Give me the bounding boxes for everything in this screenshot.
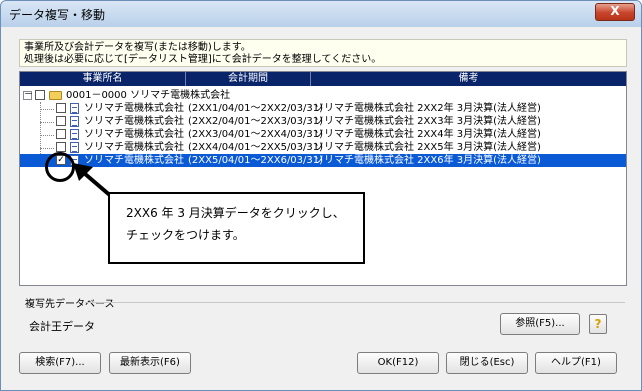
ok-button[interactable]: OK(F12) (357, 352, 439, 374)
data-period: (2XX1/04/01～2XX2/03/31) (188, 103, 324, 114)
data-checkbox[interactable] (56, 142, 66, 152)
callout-line-2: チェックをつけます。 (126, 228, 245, 242)
tree-root-row[interactable]: － 0001－0000 ソリマチ電機株式会社 (20, 89, 626, 102)
data-name: ソリマチ電機株式会社 (84, 129, 184, 140)
window-title: データ複写・移動 (9, 8, 106, 22)
instruction-message: 事業所及び会計データを複写(または移動)します。 処理後は必要に応じて[データリ… (19, 39, 627, 67)
browse-button[interactable]: 参照(F5)... (500, 313, 580, 335)
refresh-button[interactable]: 最新表示(F6) (109, 352, 191, 374)
instruction-callout: 2XX6 年 3 月決算データをクリックし、 チェックをつけます。 (108, 192, 365, 264)
data-period: (2XX3/04/01～2XX4/03/31) (188, 129, 324, 140)
document-icon (70, 142, 79, 153)
window-close-button[interactable]: X (595, 3, 635, 21)
data-note: ソリマチ電機株式会社 2XX6年 3月決算(法人経営) (314, 155, 541, 166)
data-note: ソリマチ電機株式会社 2XX5年 3月決算(法人経営) (314, 142, 541, 153)
column-header-office[interactable]: 事業所名 (20, 72, 186, 86)
instruction-line-1: 事業所及び会計データを複写(または移動)します。 (24, 42, 251, 53)
title-bar: データ複写・移動 X (1, 1, 641, 27)
data-row[interactable]: ソリマチ電機株式会社 (2XX2/04/01～2XX3/03/31) ソリマチ電… (20, 115, 626, 128)
group-divider (85, 302, 625, 303)
data-name: ソリマチ電機株式会社 (84, 116, 184, 127)
document-icon (70, 116, 79, 127)
destination-value: 会計王データ (29, 320, 95, 333)
column-header-period[interactable]: 会計期間 (186, 72, 311, 86)
close-button[interactable]: 閉じる(Esc) (446, 352, 528, 374)
data-note: ソリマチ電機株式会社 2XX4年 3月決算(法人経営) (314, 129, 541, 140)
data-row[interactable]: ソリマチ電機株式会社 (2XX4/04/01～2XX5/03/31) ソリマチ電… (20, 141, 626, 154)
help-icon[interactable]: ? (589, 314, 607, 334)
data-note: ソリマチ電機株式会社 2XX2年 3月決算(法人経営) (314, 103, 541, 114)
help-button[interactable]: ヘルプ(F1) (535, 352, 617, 374)
document-icon (70, 103, 79, 114)
data-period: (2XX4/04/01～2XX5/03/31) (188, 142, 324, 153)
data-period: (2XX5/04/01～2XX6/03/31) (188, 155, 324, 166)
data-row[interactable]: ソリマチ電機株式会社 (2XX1/04/01～2XX2/03/31) ソリマチ電… (20, 102, 626, 115)
data-period: (2XX2/04/01～2XX3/03/31) (188, 116, 324, 127)
data-checkbox[interactable] (56, 129, 66, 139)
data-note: ソリマチ電機株式会社 2XX3年 3月決算(法人経営) (314, 116, 541, 127)
data-name: ソリマチ電機株式会社 (84, 103, 184, 114)
root-label: 0001－0000 ソリマチ電機株式会社 (66, 90, 231, 101)
folder-icon (49, 91, 62, 100)
instruction-line-2: 処理後は必要に応じて[データリスト管理]にて会計データを整理してください。 (24, 54, 382, 65)
root-checkbox[interactable] (35, 90, 45, 100)
callout-line-1: 2XX6 年 3 月決算データをクリックし、 (126, 206, 345, 220)
column-header-note[interactable]: 備考 (311, 72, 626, 86)
data-checkbox[interactable] (56, 103, 66, 113)
collapse-icon[interactable]: － (23, 91, 33, 100)
data-row[interactable]: ソリマチ電機株式会社 (2XX3/04/01～2XX4/03/31) ソリマチ電… (20, 128, 626, 141)
search-button[interactable]: 検索(F7)... (19, 352, 101, 374)
copy-move-dialog: データ複写・移動 X 事業所及び会計データを複写(または移動)します。 処理後は… (0, 0, 642, 391)
data-checkbox[interactable] (56, 116, 66, 126)
document-icon (70, 129, 79, 140)
data-name: ソリマチ電機株式会社 (84, 142, 184, 153)
